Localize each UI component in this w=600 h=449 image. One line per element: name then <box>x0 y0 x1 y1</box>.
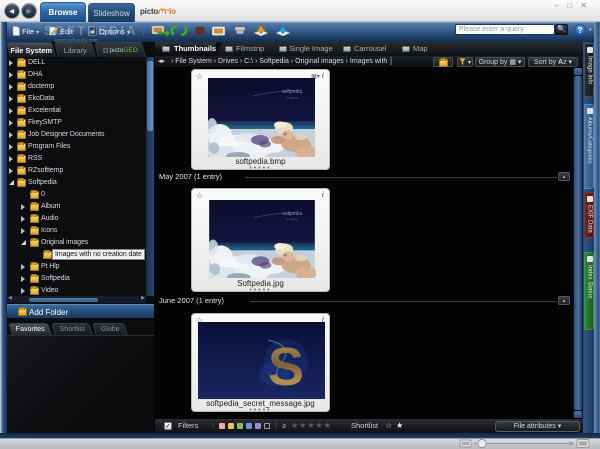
svg-text:it works: it works <box>286 218 298 222</box>
svg-text:softpedia: softpedia <box>282 211 302 217</box>
svg-text:softpedia: softpedia <box>282 89 303 95</box>
svg-text:S: S <box>268 337 304 397</box>
svg-text:it works: it works <box>286 96 298 100</box>
